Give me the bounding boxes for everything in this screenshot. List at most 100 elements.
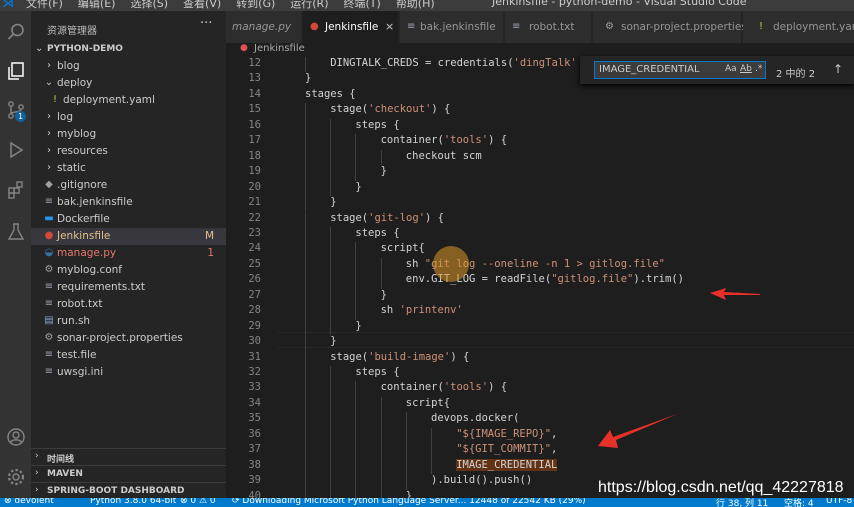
- line-number: 16: [248, 118, 261, 131]
- status-python[interactable]: Python 3.8.0 64-bit: [90, 498, 176, 506]
- settings-gear-icon[interactable]: [0, 460, 31, 494]
- explorer-icon[interactable]: [0, 54, 31, 88]
- code-line: DINGTALK_CREDS = credentials('dingTalk': [330, 57, 577, 69]
- menu-run[interactable]: 运行(R): [290, 0, 328, 11]
- panel-timeline[interactable]: › 时间线: [31, 448, 226, 465]
- search-icon[interactable]: [0, 15, 31, 49]
- indent-guide: [330, 149, 332, 166]
- line-number: 19: [248, 165, 261, 178]
- chevron-right-icon: ›: [35, 485, 39, 495]
- breadcrumb-file[interactable]: Jenkinsfile: [254, 43, 305, 54]
- menu-edit[interactable]: 编辑(E): [78, 0, 116, 11]
- tree-item-log[interactable]: › log: [31, 109, 226, 126]
- extensions-icon[interactable]: [0, 173, 31, 207]
- find-value: IMAGE_CREDENTIAL: [599, 64, 700, 75]
- match-case-icon[interactable]: Aa: [725, 64, 737, 74]
- code-token: "gitlog.file": [551, 273, 634, 286]
- testing-flask-icon[interactable]: [0, 215, 31, 249]
- tree-item-sonar[interactable]: ⚙ sonar-project.properties: [31, 330, 226, 347]
- code-text: script{: [380, 242, 425, 255]
- indent-guide: [330, 458, 332, 475]
- indent-guide: [330, 118, 332, 135]
- regex-icon[interactable]: .*: [755, 64, 762, 74]
- menu-selection[interactable]: 选择(S): [130, 0, 168, 11]
- tree-item-requirements[interactable]: ≡ requirements.txt: [31, 279, 226, 296]
- code-text: sh 'printenv': [381, 304, 463, 316]
- indent-guide: [305, 427, 306, 444]
- arrow-up-icon[interactable]: ↑: [833, 62, 843, 76]
- tree-item-gitignore[interactable]: ◆ .gitignore: [31, 177, 226, 194]
- tree-item-blog[interactable]: › blog: [31, 58, 226, 75]
- close-icon[interactable]: ×: [385, 20, 394, 33]
- menu-go[interactable]: 转到(G): [236, 0, 275, 11]
- more-actions-icon[interactable]: ···: [200, 16, 212, 31]
- status-problems[interactable]: ⊗ 0 ⚠ 0: [180, 498, 216, 506]
- indent-guide: [405, 458, 407, 475]
- line-number: 33: [248, 381, 261, 394]
- tree-item-manage-py[interactable]: ◒ manage.py 1: [31, 245, 226, 262]
- indent-guide: [355, 273, 357, 289]
- indent-guide: [305, 196, 306, 212]
- indent-guide: [330, 381, 332, 397]
- code-token: "${IMAGE_REPO}": [456, 427, 552, 440]
- menu-file[interactable]: 文件(F): [26, 0, 63, 11]
- tree-item-dockerfile[interactable]: ▬ Dockerfile: [31, 211, 226, 228]
- code-text: ).build().push(): [431, 474, 533, 487]
- line-number: 14: [248, 87, 261, 100]
- code-text: }: [405, 489, 413, 498]
- tree-item-myblog[interactable]: › myblog: [31, 126, 226, 143]
- current-line-highlight: [278, 332, 854, 348]
- tree-item-resources[interactable]: › resources: [31, 143, 226, 160]
- status-encoding[interactable]: UTF-8: [826, 498, 852, 506]
- code-token: 'build-image': [368, 350, 451, 363]
- indent-guide: [305, 319, 306, 336]
- status-remote[interactable]: ⊗ devolent: [4, 498, 54, 506]
- indent-guide: [305, 226, 306, 243]
- menu-help[interactable]: 帮助(H): [396, 0, 435, 11]
- tree-item-static[interactable]: › static: [31, 160, 226, 177]
- tree-item-deployment-yaml[interactable]: ! deployment.yaml: [31, 92, 226, 109]
- tab-manage-py[interactable]: manage.py: [226, 11, 302, 43]
- code-token: 'dingTalk': [513, 57, 577, 69]
- tab-jenkinsfile[interactable]: ● Jenkinsfile ×: [303, 11, 399, 43]
- indent-guide: [330, 427, 332, 444]
- code-line: script{: [381, 242, 425, 254]
- source-control-icon[interactable]: 1: [0, 93, 31, 127]
- code-editor[interactable]: 12 13 14 15 16 17 18 19 20 21 22 23 24 25 26 27 28 29 30 31…: [226, 56, 854, 498]
- code-line: }: [355, 181, 361, 193]
- find-input[interactable]: IMAGE_CREDENTIAL Aa Ab .*: [594, 61, 766, 79]
- tree-item-robot-txt[interactable]: ≡ robot.txt: [31, 296, 226, 313]
- status-indent[interactable]: 空格: 4: [784, 498, 814, 507]
- indent-guide: [380, 458, 382, 475]
- tab-robot-txt[interactable]: ≡ robot.txt: [505, 11, 592, 43]
- code-line: }: [355, 320, 361, 332]
- project-header[interactable]: ⌄ PYTHON-DEMO: [31, 41, 226, 58]
- indent-guide: [305, 273, 306, 289]
- panel-maven[interactable]: › MAVEN: [31, 465, 226, 482]
- status-position[interactable]: 行 38, 列 11: [716, 498, 768, 507]
- code-text: }: [305, 72, 312, 85]
- tree-item-run-sh[interactable]: ▤ run.sh: [31, 313, 226, 330]
- tree-item-deploy[interactable]: ⌄ deploy: [31, 75, 226, 92]
- menu-terminal[interactable]: 终端(T): [344, 0, 381, 11]
- tree-item-bak-jenkinsfile[interactable]: ≡ bak.jenkinsfile: [31, 194, 226, 211]
- code-token: stage(: [330, 211, 369, 224]
- tab-bak-jenkinsfile[interactable]: ≡ bak.jenkinsfile: [400, 11, 504, 43]
- menu-view[interactable]: 查看(V): [183, 0, 221, 11]
- tab-sonar[interactable]: ⚙ sonar-project.properties: [593, 11, 747, 43]
- tree-item-test-file[interactable]: ≡ test.file: [31, 347, 226, 364]
- whole-word-icon[interactable]: Ab: [740, 64, 752, 74]
- tab-deployment-yaml[interactable]: !deployment.yaml: [743, 11, 854, 43]
- indent-guide: [355, 489, 357, 498]
- tree-item-uwsgi[interactable]: ≡ uwsgi.ini: [31, 364, 226, 381]
- run-debug-icon[interactable]: [0, 133, 31, 167]
- panel-spring-boot[interactable]: › SPRING-BOOT DASHBOARD: [31, 482, 226, 499]
- indent-guide: [355, 427, 357, 444]
- tree-item-myblog-conf[interactable]: ⚙ myblog.conf: [31, 262, 226, 279]
- tree-item-jenkinsfile[interactable]: ● Jenkinsfile M: [31, 228, 226, 245]
- indent-guide: [305, 57, 306, 73]
- indent-guide: [330, 257, 332, 274]
- code-token: ) {: [488, 381, 508, 394]
- account-icon[interactable]: [0, 420, 31, 454]
- project-name: PYTHON-DEMO: [47, 44, 123, 54]
